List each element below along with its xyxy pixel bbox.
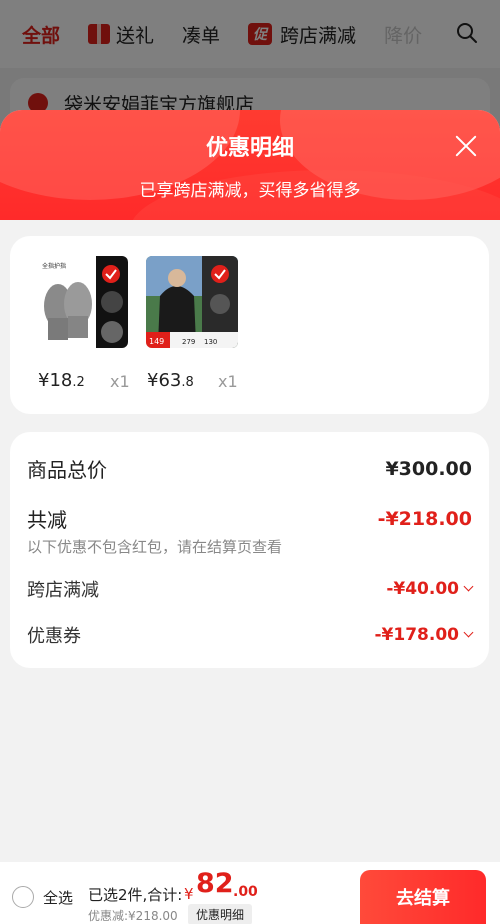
reduce-note: 以下优惠不包含红包，请在结算页查看 [27,538,283,556]
thumb-caption: 全指护指 [42,262,66,270]
select-all-label[interactable]: 全选 [43,887,73,908]
thumb-price: 130 [204,338,217,346]
close-icon[interactable] [454,134,478,158]
total-label: 商品总价 [27,458,107,482]
discount-detail-button[interactable]: 优惠明细 [188,904,253,924]
total-value: ¥300.00 [385,457,472,480]
total-decimal: .00 [233,884,258,900]
total-amount: 82 [196,868,234,899]
chevron-down-icon[interactable] [463,627,474,638]
product-thumbnail: 149 279 130 [146,256,238,348]
discount-detail-sheet: 优惠明细 已享跨店满减，买得多省得多 全指护指 ¥18.2 x1 149 279… [0,110,500,924]
reduce-label: 共减 [27,508,67,532]
discount-amount: -¥40.00 [386,579,459,599]
product-price: ¥63.8 [147,370,194,391]
discount-amount: -¥178.00 [374,625,460,645]
discount-item-label: 跨店满减 [27,580,99,601]
checkout-bar: 全选 已选2件,合计: ¥ 82 .00 优惠减:¥218.00 优惠明细 去结… [0,862,500,924]
reduce-row: 共减 -¥218.00 [27,504,472,533]
checkout-button[interactable]: 去结算 [360,870,486,924]
discount-item-row[interactable]: 优惠券 -¥178.00 [27,622,474,648]
product-qty: x1 [110,372,130,391]
product-qty: x1 [218,372,238,391]
sheet-title: 优惠明细 [205,136,294,161]
total-row: 商品总价 ¥300.00 [27,454,472,483]
thumb-price: 149 [149,337,164,346]
product-thumbnail: 全指护指 [36,256,128,348]
price-int: ¥18 [38,370,73,391]
price-int: ¥63 [147,370,182,391]
chevron-down-icon[interactable] [463,581,474,592]
discount-summary: 优惠减:¥218.00 [88,909,178,923]
product-item[interactable]: 全指护指 [36,256,128,348]
total-currency: ¥ [184,885,194,903]
price-dec: .8 [181,375,194,390]
discount-item-label: 优惠券 [27,626,81,647]
reduce-value: -¥218.00 [377,507,472,530]
discount-item-value: -¥178.00 [374,625,474,645]
select-all-radio[interactable] [12,886,34,908]
product-price: ¥18.2 [38,370,85,391]
jacket-image: 149 279 130 [146,256,238,348]
product-list-card: 全指护指 ¥18.2 x1 149 279 130 ¥63.8 x1 [10,236,489,414]
sheet-header: 优惠明细 已享跨店满减，买得多省得多 [0,110,500,220]
discount-item-value: -¥40.00 [386,579,474,599]
price-dec: .2 [72,375,85,390]
price-summary-card: 商品总价 ¥300.00 共减 -¥218.00 以下优惠不包含红包，请在结算页… [10,432,489,668]
discount-item-row[interactable]: 跨店满减 -¥40.00 [27,576,474,602]
gloves-image: 全指护指 [36,256,128,348]
product-item[interactable]: 149 279 130 [146,256,238,348]
thumb-price: 279 [182,338,195,346]
sheet-subtitle: 已享跨店满减，买得多省得多 [139,181,361,201]
selected-count: 已选2件,合计: [88,886,183,904]
